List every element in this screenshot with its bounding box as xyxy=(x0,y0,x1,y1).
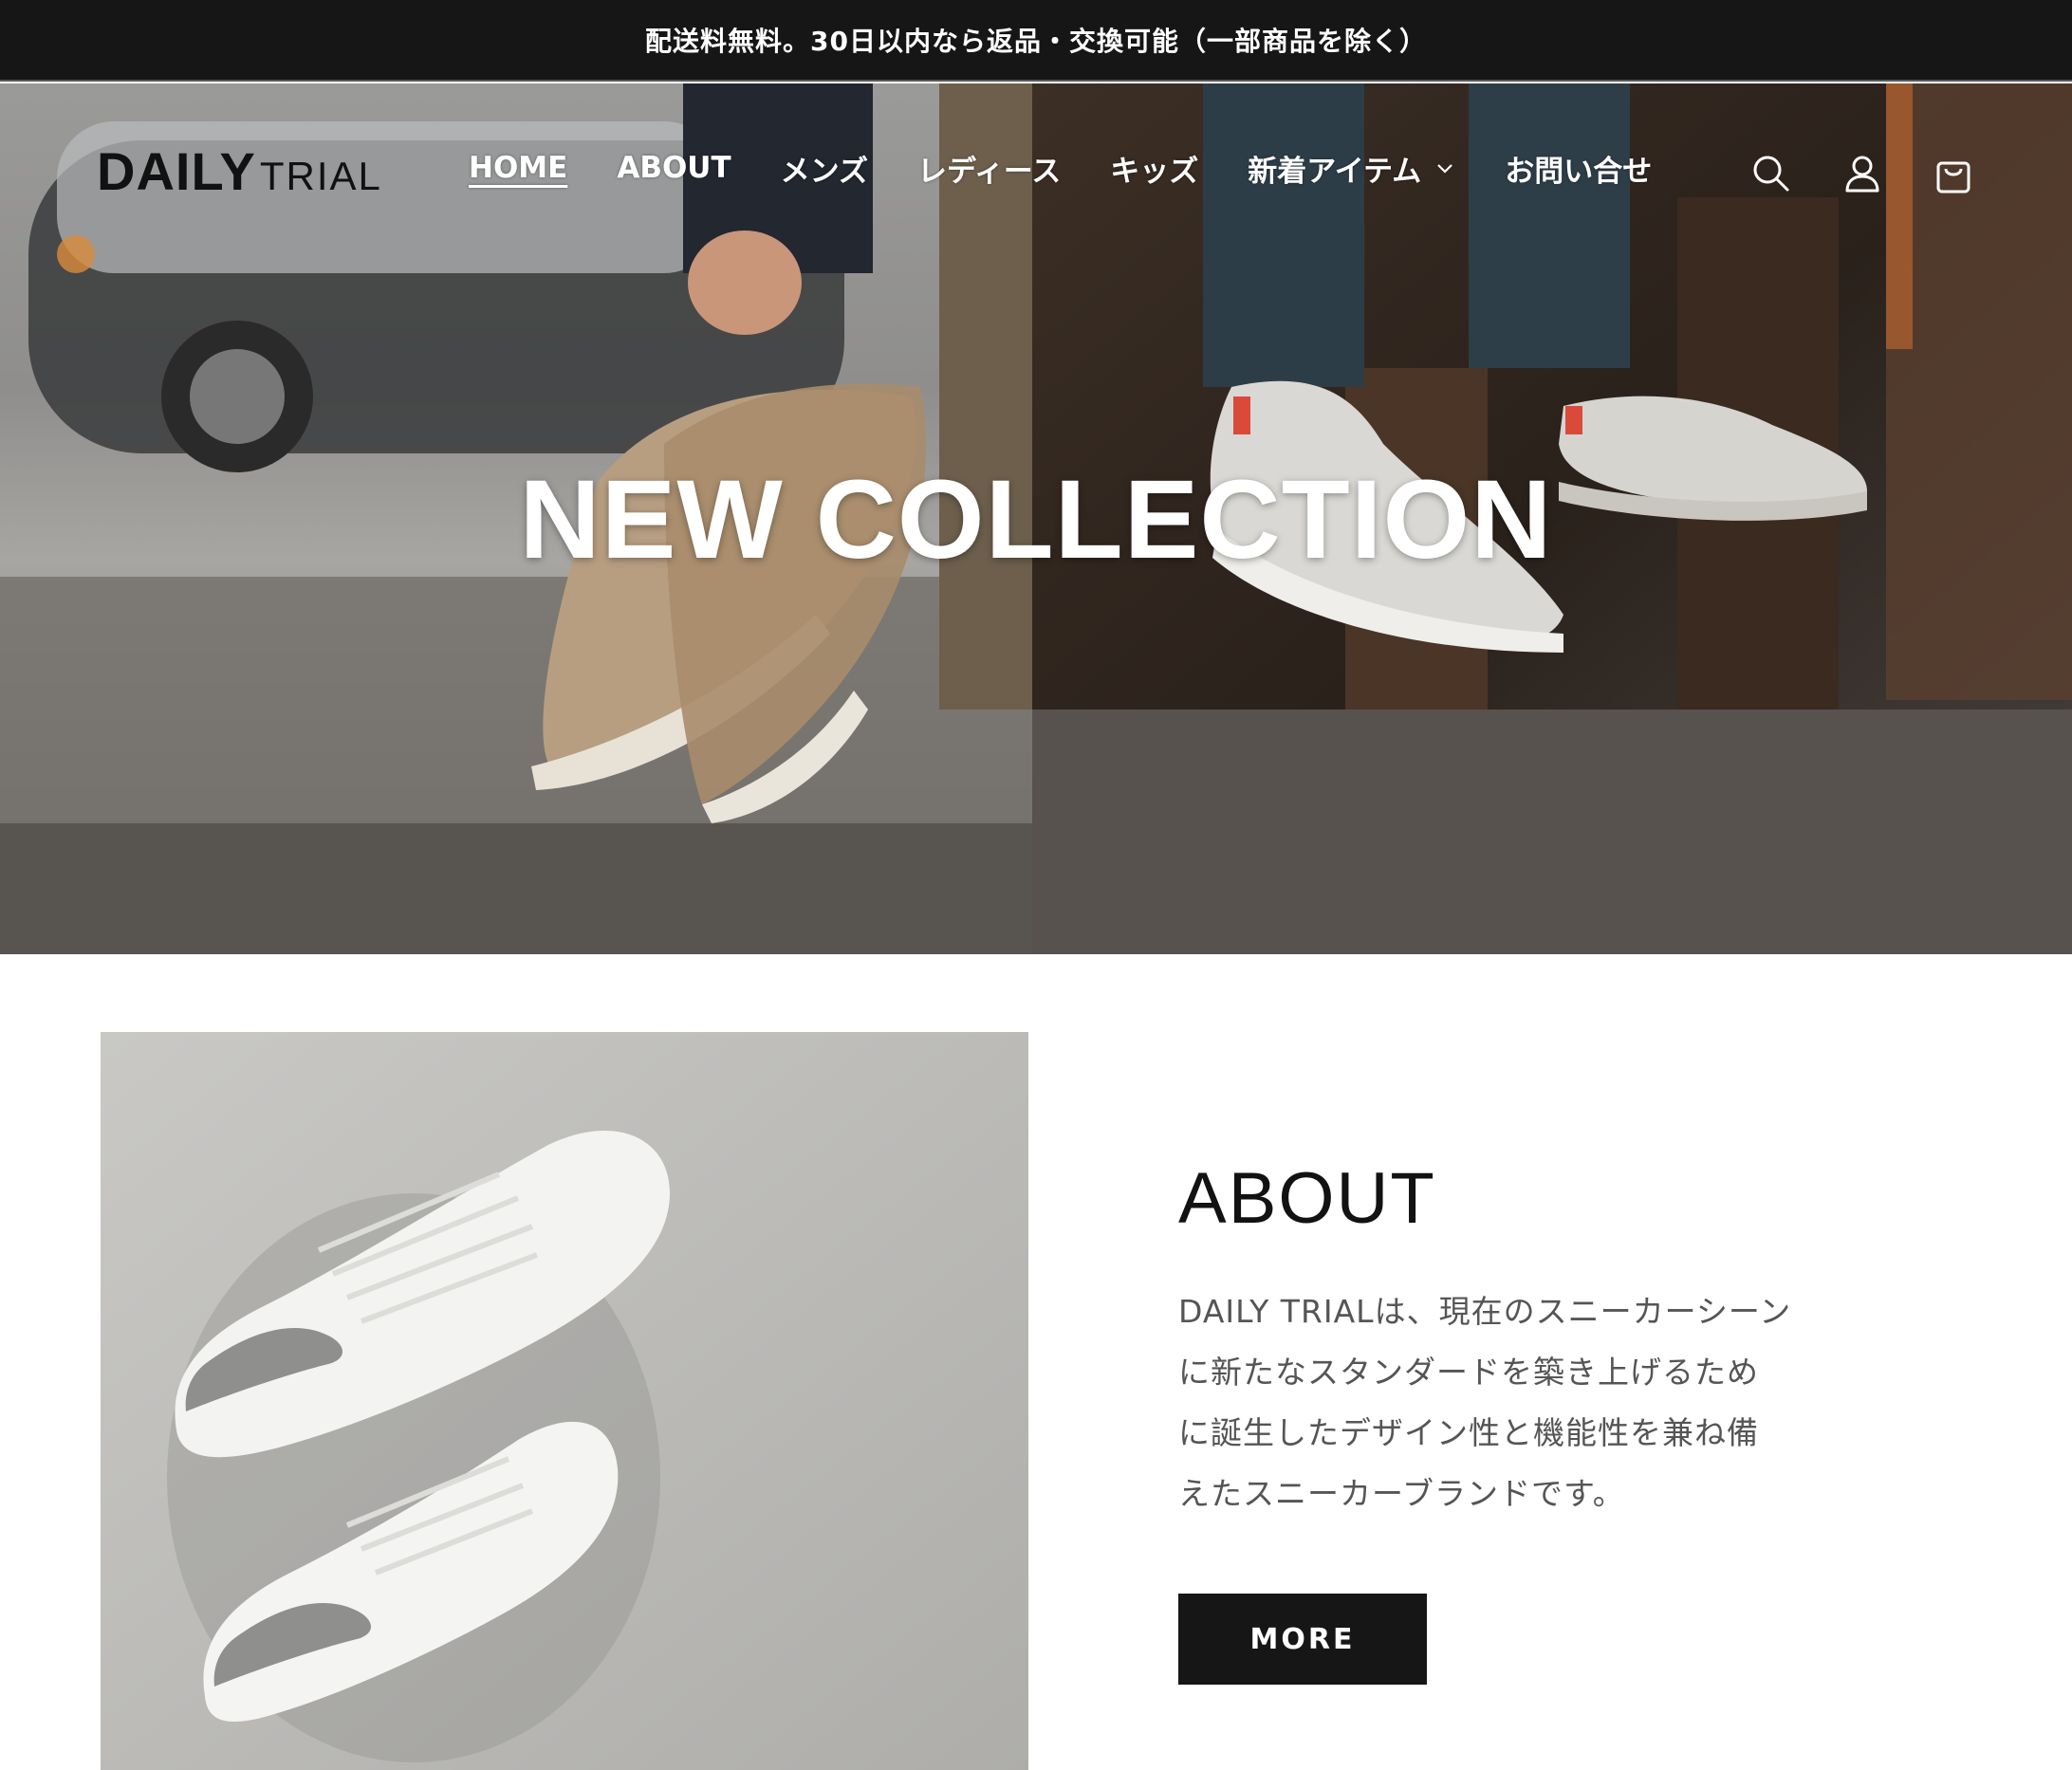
main-nav: HOME ABOUT メンズ レディース キッズ 新着アイテム お問い合せ xyxy=(469,144,1701,192)
announcement-text: 配送料無料。30日以内なら返品・交換可能（一部商品を除く） xyxy=(645,26,1427,57)
chevron-down-icon xyxy=(1437,164,1452,174)
site-header: DAILY TRIAL HOME ABOUT メンズ レディース キッズ 新着ア… xyxy=(0,83,2072,249)
about-body-line: に誕生したデザイン性と機能性を兼ね備 xyxy=(1178,1414,1759,1451)
nav-item-home[interactable]: HOME xyxy=(469,151,567,185)
cart-button[interactable] xyxy=(1926,146,1981,201)
account-icon xyxy=(1845,156,1879,193)
nav-label: メンズ xyxy=(780,154,869,189)
nav-label: HOME xyxy=(469,151,568,185)
cart-icon xyxy=(1936,161,1970,194)
logo-strong: DAILY xyxy=(97,141,256,201)
nav-label: 新着アイテム xyxy=(1248,154,1422,189)
nav-item-ladies[interactable]: レディース xyxy=(917,147,1061,190)
nav-label: お問い合せ xyxy=(1505,154,1653,189)
announcement-bar: 配送料無料。30日以内なら返品・交換可能（一部商品を除く） xyxy=(0,0,2072,82)
nav-label: キッズ xyxy=(1110,154,1199,189)
nav-item-contact[interactable]: お問い合せ xyxy=(1505,147,1652,190)
nav-label: ABOUT xyxy=(617,151,731,185)
site-logo[interactable]: DAILY TRIAL xyxy=(97,140,382,207)
about-body: DAILY TRIALは、現在のスニーカーシーン に新たなスタンダードを築き上げ… xyxy=(1178,1281,1833,1524)
header-icons xyxy=(1744,146,2017,201)
hero-title: NEW COLLECTION xyxy=(519,457,1553,582)
search-button[interactable] xyxy=(1744,146,1799,201)
about-body-line: に新たなスタンダードを築き上げるため xyxy=(1178,1354,1759,1391)
about-body-line: DAILY TRIALは、現在のスニーカーシーン xyxy=(1178,1293,1792,1330)
about-body-line: えたスニーカーブランドです。 xyxy=(1178,1475,1625,1512)
nav-item-kids[interactable]: キッズ xyxy=(1110,147,1198,190)
nav-item-about[interactable]: ABOUT xyxy=(617,151,731,185)
nav-item-mens[interactable]: メンズ xyxy=(781,147,868,190)
about-image xyxy=(101,1032,1028,1770)
logo-light: TRIAL xyxy=(259,154,382,198)
about-content: ABOUT DAILY TRIALは、現在のスニーカーシーン に新たなスタンダー… xyxy=(1178,1157,1899,1524)
account-button[interactable] xyxy=(1835,146,1890,201)
nav-item-new-arrivals[interactable]: 新着アイテム xyxy=(1248,147,1455,190)
nav-label: レディース xyxy=(917,154,1062,189)
search-icon xyxy=(1753,156,1789,192)
more-button[interactable]: MORE xyxy=(1178,1594,1427,1685)
about-heading: ABOUT xyxy=(1178,1158,1436,1239)
